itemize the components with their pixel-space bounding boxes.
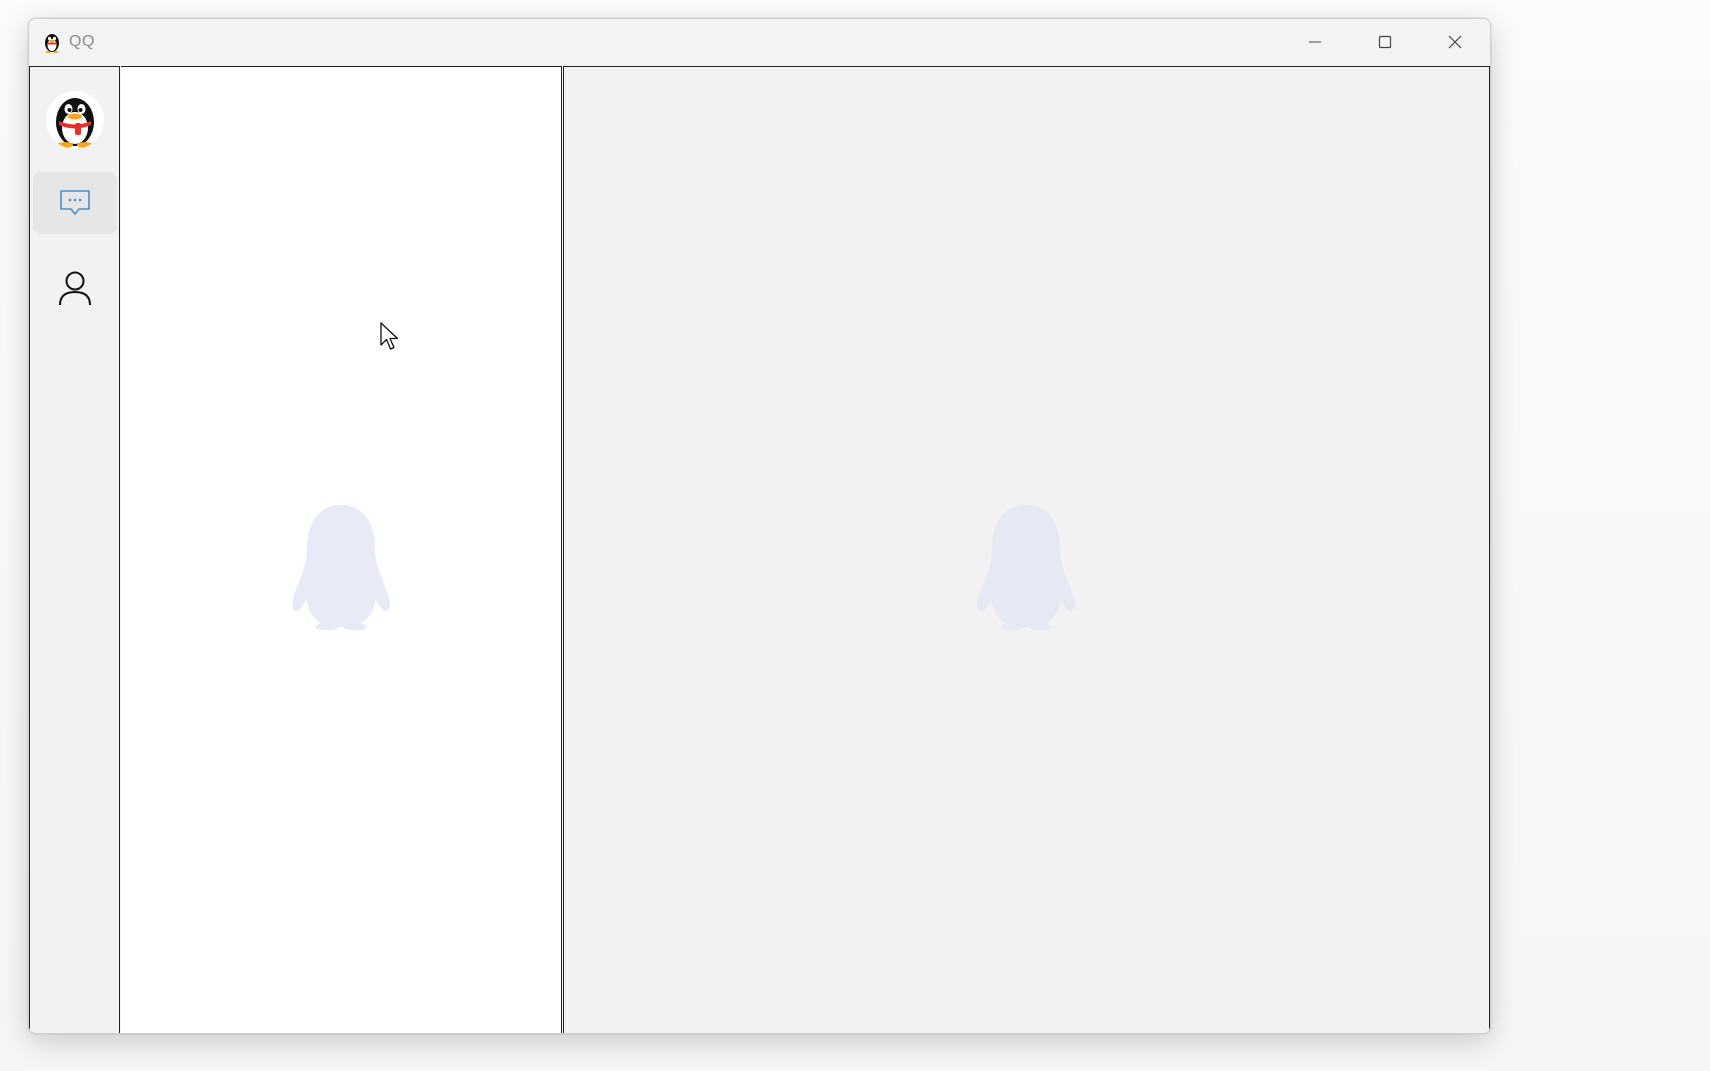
sidebar-item-contacts[interactable] xyxy=(33,257,117,319)
penguin-avatar-icon xyxy=(56,98,94,148)
sidebar xyxy=(29,66,120,1033)
minimize-button[interactable] xyxy=(1280,19,1350,65)
chat-main-panel[interactable] xyxy=(563,66,1490,1033)
chat-bubble-icon xyxy=(60,190,90,215)
maximize-icon xyxy=(1378,35,1392,49)
window-title: QQ xyxy=(69,33,95,50)
person-icon xyxy=(59,271,91,306)
close-icon xyxy=(1448,35,1462,49)
maximize-button[interactable] xyxy=(1350,19,1420,65)
close-button[interactable] xyxy=(1420,19,1490,65)
desktop: QQ xyxy=(0,0,1710,1071)
title-bar[interactable]: QQ xyxy=(29,19,1490,65)
minimize-icon xyxy=(1309,41,1321,43)
avatar[interactable] xyxy=(46,91,104,149)
empty-state-penguin-icon xyxy=(292,505,390,631)
conversation-list-panel[interactable] xyxy=(121,66,562,1033)
window-controls xyxy=(1280,19,1490,65)
qq-window: QQ xyxy=(28,18,1491,1034)
window-body xyxy=(29,66,1490,1033)
qq-logo-icon xyxy=(41,31,63,53)
sidebar-item-messages[interactable] xyxy=(33,172,117,234)
empty-state-penguin-icon xyxy=(977,505,1075,631)
